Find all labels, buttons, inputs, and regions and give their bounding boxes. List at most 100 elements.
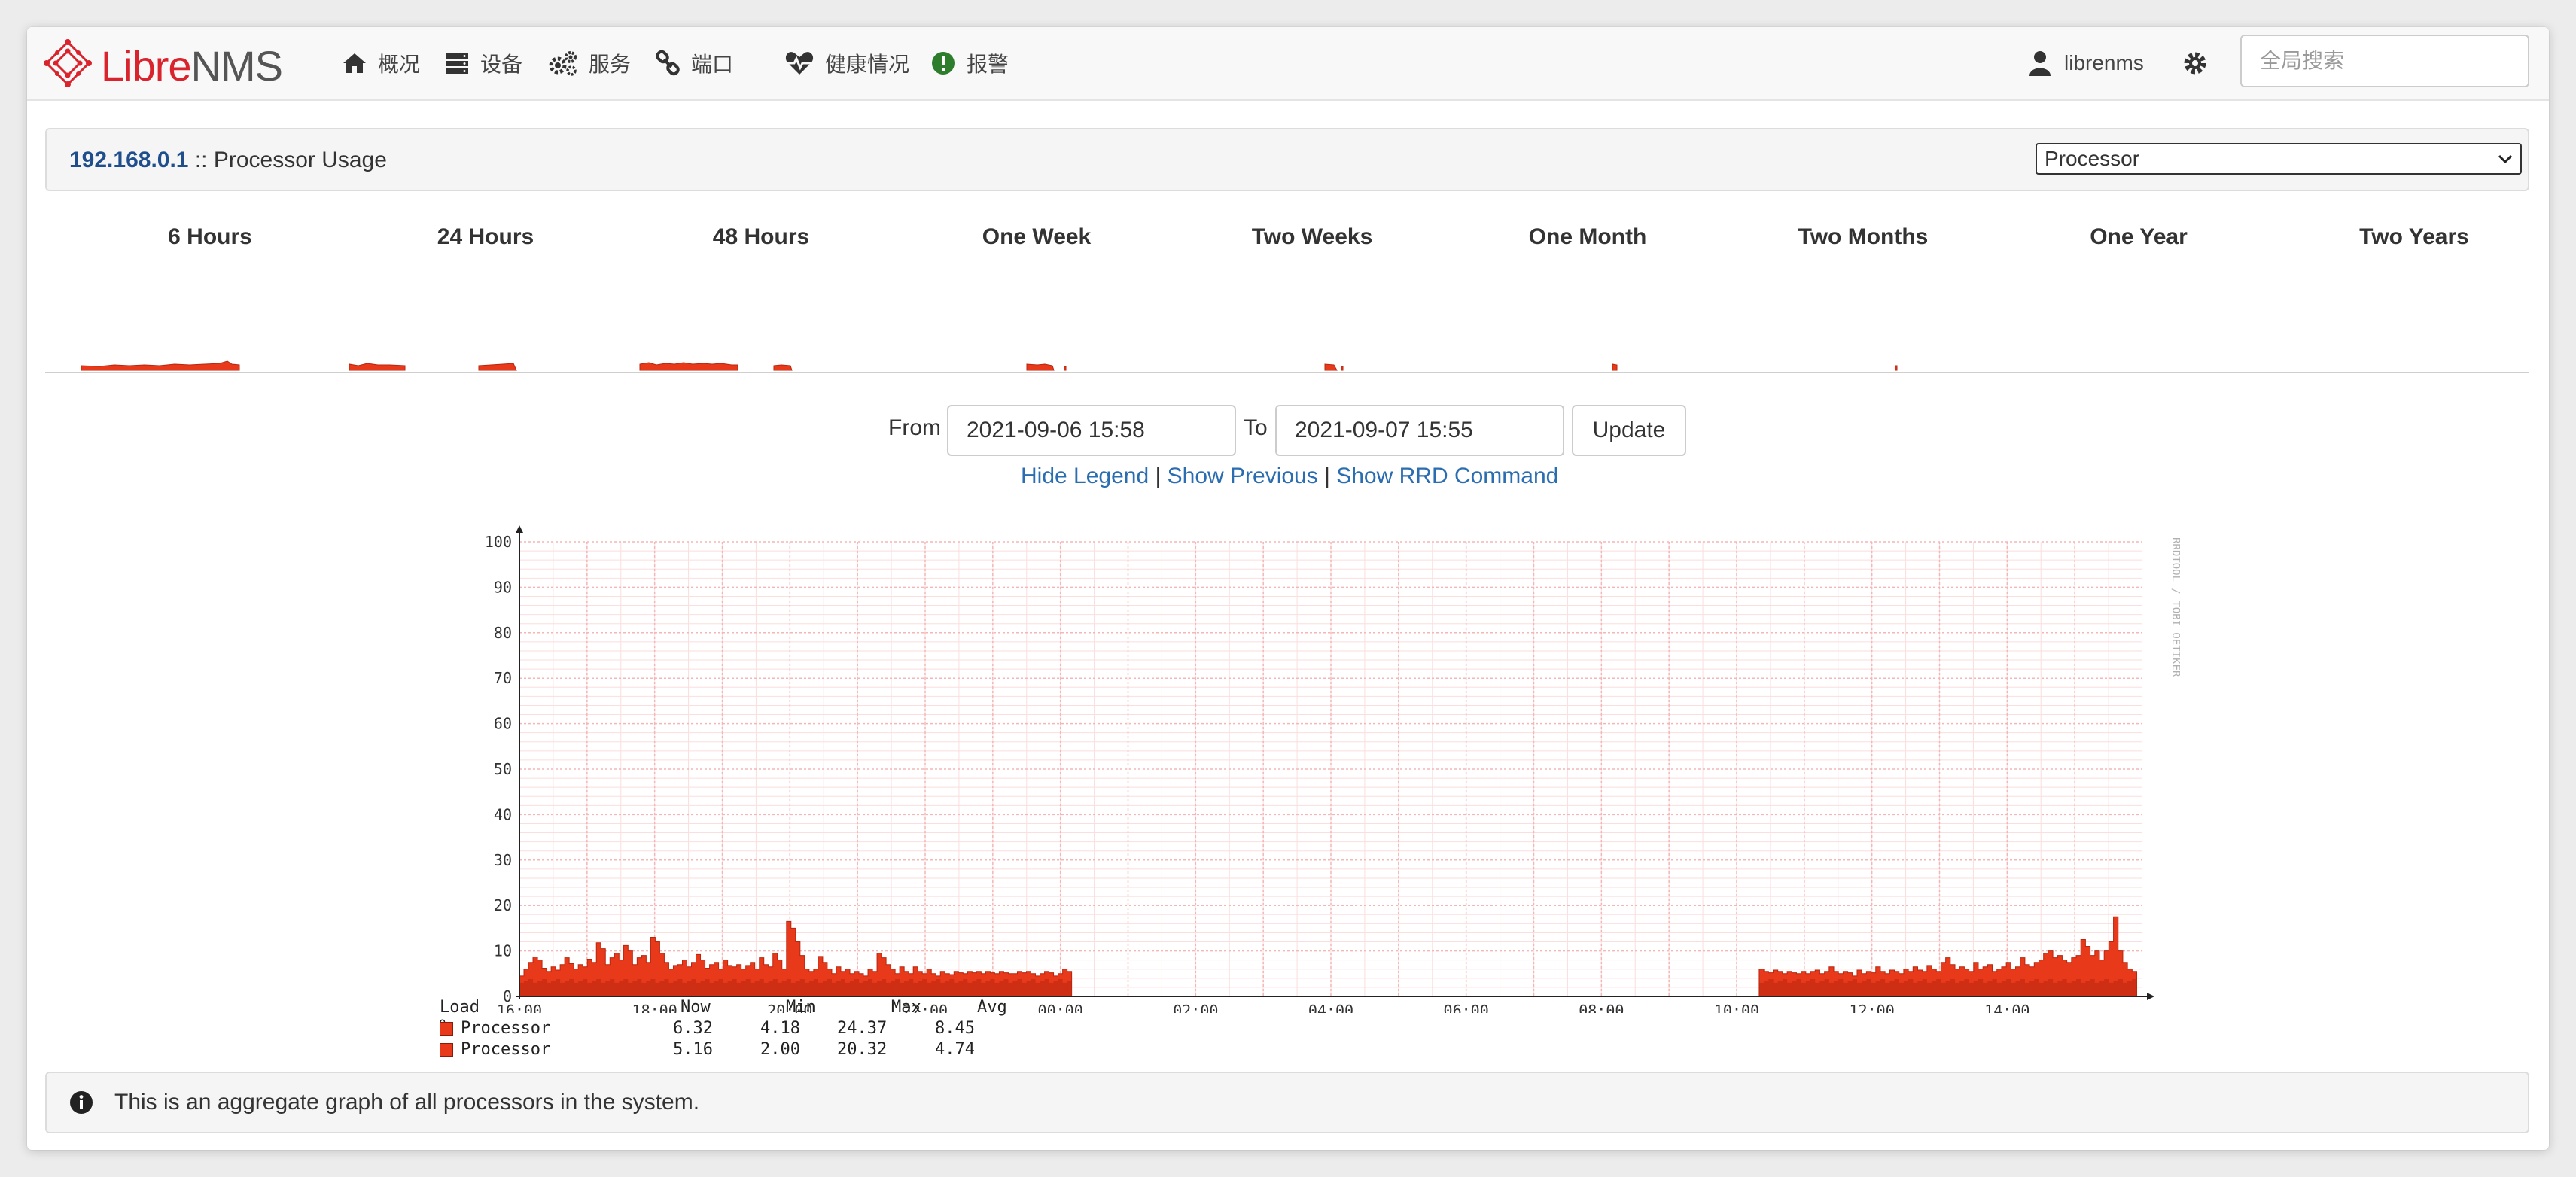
thumb-6-hours — [81, 360, 240, 371]
to-date-input[interactable] — [1275, 405, 1564, 456]
nav-services[interactable]: 服务 — [548, 48, 631, 78]
user-icon — [2029, 51, 2051, 76]
y-tick-label: 10 — [494, 942, 512, 960]
legend-header-min: Min — [786, 998, 816, 1017]
x-tick-label: 10:00 — [1714, 1002, 1759, 1013]
rrdtool-watermark: RRDTOOL / TOBI OETIKER — [2170, 537, 2180, 677]
period-one-year[interactable]: One Year — [2001, 224, 2276, 250]
period-one-month[interactable]: One Month — [1450, 224, 1725, 250]
top-navbar: LibreNMS 概况 设备 服务 端口 健康情况 报警 librenms 全局… — [27, 27, 2549, 101]
legend-series-name: Processor — [461, 1040, 551, 1059]
legend-now-value: 6.32 — [673, 1019, 713, 1038]
title-separator: :: — [188, 148, 214, 172]
legend-series-name: Processor — [461, 1019, 551, 1038]
period-one-week[interactable]: One Week — [899, 224, 1174, 250]
nav-health[interactable]: 健康情况 — [784, 48, 909, 78]
processor-usage-chart[interactable]: 010203040506070809010016:00 18:00 20:00 22:… — [434, 494, 2180, 1013]
y-axis-arrow — [516, 525, 523, 533]
librenms-logo-icon — [44, 39, 92, 87]
period-thumbnails[interactable] — [54, 298, 2531, 373]
legend-min-value: 4.18 — [760, 1019, 800, 1038]
from-date-input[interactable] — [947, 405, 1236, 456]
period-6-hours[interactable]: 6 Hours — [72, 224, 348, 250]
y-tick-label: 100 — [485, 533, 512, 551]
hide-legend-link[interactable]: Hide Legend — [1021, 464, 1149, 488]
legend-now-value: 5.16 — [673, 1040, 713, 1059]
graph-type-value: Processor — [2045, 147, 2140, 170]
page-title: 192.168.0.1 :: Processor Usage — [69, 146, 387, 175]
x-tick-label: 18:00 — [632, 1002, 677, 1013]
settings-button[interactable] — [2180, 48, 2210, 78]
legend-header-now: Now — [681, 998, 711, 1017]
x-tick-label: 12:00 — [1850, 1002, 1895, 1013]
info-circle-icon — [70, 1091, 93, 1114]
brand-logo[interactable]: LibreNMS — [44, 36, 330, 90]
show-previous-link[interactable]: Show Previous — [1168, 464, 1318, 488]
thumb-24-hours-a — [349, 363, 406, 371]
period-24-hours[interactable]: 24 Hours — [348, 224, 623, 250]
cogs-icon — [549, 51, 577, 76]
legend-avg-value: 8.45 — [935, 1019, 975, 1038]
nav-health-label: 健康情况 — [825, 53, 910, 76]
nav-services-label: 服务 — [589, 53, 632, 76]
link-separator: | — [1155, 464, 1162, 488]
thumb-two-months — [1895, 365, 1898, 371]
graph-type-select[interactable]: Processor — [2036, 143, 2522, 175]
legend-min-value: 2.00 — [760, 1040, 800, 1059]
legend-swatch — [440, 1043, 453, 1057]
info-text: This is an aggregate graph of all proces… — [114, 1090, 700, 1115]
thumb-48-hours-a — [639, 362, 738, 371]
y-tick-label: 20 — [494, 896, 512, 914]
info-notice: This is an aggregate graph of all proces… — [45, 1072, 2529, 1133]
legend-max-value: 20.32 — [837, 1040, 888, 1059]
x-tick-label: 08:00 — [1579, 1002, 1624, 1013]
legend-max-value: 24.37 — [837, 1019, 888, 1038]
legend-swatch — [440, 1022, 453, 1036]
period-two-years[interactable]: Two Years — [2276, 224, 2549, 250]
global-search-input[interactable] — [2240, 35, 2529, 87]
heartbeat-icon — [785, 52, 814, 75]
thumb-48-hours-b — [773, 364, 793, 371]
x-tick-label: 04:00 — [1308, 1002, 1353, 1013]
nav-overview-label: 概况 — [378, 53, 421, 76]
nav-devices[interactable]: 设备 — [444, 48, 522, 78]
link-separator: | — [1324, 464, 1330, 488]
x-tick-label: 02:00 — [1173, 1002, 1218, 1013]
period-48-hours[interactable]: 48 Hours — [623, 224, 899, 250]
nav-ports-label: 端口 — [691, 53, 734, 76]
brand-prefix: Libre — [101, 42, 192, 90]
device-host-link[interactable]: 192.168.0.1 — [69, 148, 188, 172]
legend-header-avg: Avg — [977, 998, 1007, 1017]
nav-alerts[interactable]: 报警 — [930, 48, 1009, 78]
thumb-24-hours-b — [478, 363, 517, 371]
to-label: To — [1244, 415, 1268, 440]
graph-links: Hide Legend | Show Previous | Show RRD C… — [1021, 464, 1558, 489]
graph-title: Processor Usage — [213, 148, 387, 172]
user-name: librenms — [2064, 51, 2144, 75]
thumb-one-week-b — [1064, 366, 1067, 371]
show-rrd-command-link[interactable]: Show RRD Command — [1336, 464, 1558, 488]
brand-name: LibreNMS — [101, 42, 283, 90]
user-menu[interactable]: librenms — [2029, 48, 2144, 78]
legend-avg-value: 4.74 — [935, 1040, 975, 1059]
update-button[interactable]: Update — [1572, 405, 1686, 456]
y-tick-label: 90 — [494, 578, 512, 596]
chevron-down-icon — [2498, 154, 2513, 164]
server-icon — [446, 53, 468, 74]
y-tick-label: 30 — [494, 851, 512, 869]
link-icon — [656, 50, 680, 76]
panel-heading: 192.168.0.1 :: Processor Usage Processor — [45, 128, 2529, 191]
x-axis-arrow — [2147, 993, 2154, 1000]
nav-alerts-label: 报警 — [967, 53, 1009, 76]
x-tick-label: 16:00 — [497, 1002, 542, 1013]
nav-overview[interactable]: 概况 — [342, 48, 420, 78]
nav-devices-label: 设备 — [480, 53, 523, 76]
legend-header-max: Max — [891, 998, 921, 1017]
period-two-weeks[interactable]: Two Weeks — [1174, 224, 1450, 250]
y-tick-label: 80 — [494, 624, 512, 642]
period-two-months[interactable]: Two Months — [1725, 224, 2001, 250]
x-tick-label: 14:00 — [1984, 1002, 2029, 1013]
nav-ports[interactable]: 端口 — [655, 48, 733, 78]
y-tick-label: 70 — [494, 669, 512, 687]
from-label: From — [888, 415, 941, 440]
